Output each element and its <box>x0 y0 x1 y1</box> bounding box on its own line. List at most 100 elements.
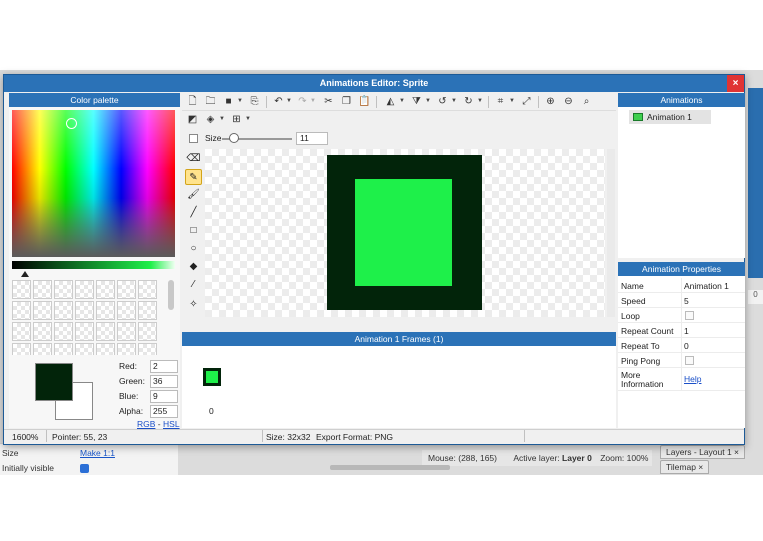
close-button[interactable]: × <box>727 75 744 92</box>
rgb-link[interactable]: RGB <box>137 419 155 429</box>
swatch[interactable] <box>33 322 52 341</box>
copy-icon[interactable]: ❐ <box>340 95 353 108</box>
pencil-icon[interactable]: ✎ <box>185 169 202 185</box>
undo-dropdown-icon[interactable]: ▼ <box>286 95 292 108</box>
cut-icon[interactable]: ✂ <box>322 95 335 108</box>
swatch[interactable] <box>75 301 94 320</box>
make-1-1-link[interactable]: Make 1:1 <box>80 446 115 461</box>
tab-layers-layout[interactable]: Layers - Layout 1 × <box>660 445 746 459</box>
brush-size-checkbox[interactable] <box>189 134 198 143</box>
flip-vertical-dropdown-icon[interactable]: ▼ <box>425 95 431 108</box>
image-canvas[interactable] <box>205 149 605 317</box>
swatch[interactable] <box>75 280 94 299</box>
tab-tilemap[interactable]: Tilemap × <box>660 460 710 474</box>
undo-icon[interactable]: ↶ <box>272 95 285 108</box>
rotate-left-icon[interactable]: ↺ <box>436 95 449 108</box>
prop-repeat-count-value[interactable]: 1 <box>684 326 689 336</box>
save-icon[interactable]: ■ <box>222 95 235 108</box>
swatch[interactable] <box>12 280 31 299</box>
mirror-mode-icon[interactable]: ◩ <box>186 113 199 126</box>
swatch[interactable] <box>54 343 73 355</box>
crop-icon[interactable]: ⌗ <box>494 95 507 108</box>
lightness-caret-icon[interactable] <box>21 271 29 277</box>
initially-visible-checkbox[interactable] <box>80 464 89 473</box>
primary-color[interactable] <box>35 363 73 401</box>
flip-horizontal-icon[interactable]: ◭ <box>384 95 397 108</box>
swatch[interactable] <box>117 343 136 355</box>
swatch[interactable] <box>12 301 31 320</box>
redo-icon[interactable]: ↷ <box>296 95 309 108</box>
fill-bucket-icon[interactable]: ◆ <box>185 259 202 275</box>
rotate-right-dropdown-icon[interactable]: ▼ <box>477 95 483 108</box>
resize-icon[interactable]: ⤢ <box>520 95 533 108</box>
swatch[interactable] <box>138 301 157 320</box>
grid-dropdown-icon[interactable]: ▼ <box>245 113 251 126</box>
swatch[interactable] <box>75 343 94 355</box>
swatch[interactable] <box>96 322 115 341</box>
swatch[interactable] <box>12 343 31 355</box>
animation-list-item[interactable]: Animation 1 <box>629 110 711 124</box>
help-link[interactable]: Help <box>684 374 701 384</box>
frame-thumbnail[interactable] <box>203 368 221 386</box>
eraser-icon[interactable]: ⌫ <box>185 151 202 167</box>
swatch[interactable] <box>33 280 52 299</box>
dialog-titlebar[interactable]: Animations Editor: Sprite × <box>4 75 744 92</box>
swatch[interactable] <box>12 322 31 341</box>
swatch[interactable] <box>96 280 115 299</box>
flip-horizontal-dropdown-icon[interactable]: ▼ <box>399 95 405 108</box>
zoom-out-icon[interactable]: ⊖ <box>562 95 575 108</box>
rotate-left-dropdown-icon[interactable]: ▼ <box>451 95 457 108</box>
prop-repeat-to-value[interactable]: 0 <box>684 341 689 351</box>
swatch[interactable] <box>75 322 94 341</box>
redo-dropdown-icon[interactable]: ▼ <box>310 95 316 108</box>
color-picker-icon[interactable]: ⁄ <box>185 277 202 293</box>
swatch[interactable] <box>33 301 52 320</box>
flip-vertical-icon[interactable]: ⧩ <box>410 95 423 108</box>
new-file-icon[interactable]: 🗋 <box>186 95 199 108</box>
color-picker-handle[interactable] <box>66 118 77 129</box>
zoom-in-icon[interactable]: ⊕ <box>544 95 557 108</box>
prop-speed-value[interactable]: 5 <box>684 296 689 306</box>
rectangle-icon[interactable]: □ <box>185 223 202 239</box>
export-icon[interactable]: ⎘ <box>248 95 261 108</box>
brush-size-input[interactable]: 11 <box>296 132 328 145</box>
brush-size-slider-handle[interactable] <box>229 133 239 143</box>
swatch[interactable] <box>117 301 136 320</box>
alpha-input[interactable]: 255 <box>150 405 178 418</box>
set-origin-icon[interactable]: ✧ <box>185 297 202 313</box>
ping-pong-checkbox[interactable] <box>685 356 694 365</box>
zoom-actual-icon[interactable]: ⌕ <box>580 95 593 108</box>
layers-icon[interactable]: ◈ <box>204 113 217 126</box>
loop-checkbox[interactable] <box>685 311 694 320</box>
swatch[interactable] <box>96 343 115 355</box>
grid-icon[interactable]: ⊞ <box>230 113 243 126</box>
swatch[interactable] <box>33 343 52 355</box>
line-icon[interactable]: ╱ <box>185 205 202 221</box>
open-folder-icon[interactable]: 🗀 <box>204 95 217 108</box>
brush-icon[interactable]: 🖌 <box>185 187 202 203</box>
paste-icon[interactable]: 📋 <box>358 95 371 108</box>
swatch[interactable] <box>96 301 115 320</box>
swatch[interactable] <box>54 301 73 320</box>
hsl-link[interactable]: HSL <box>163 419 180 429</box>
ellipse-icon[interactable]: ○ <box>185 241 202 257</box>
swatch[interactable] <box>54 280 73 299</box>
lightness-slider[interactable] <box>12 261 175 269</box>
swatch[interactable] <box>138 343 157 355</box>
palette-scrollbar[interactable] <box>168 280 174 310</box>
red-input[interactable]: 2 <box>150 360 178 373</box>
save-dropdown-icon[interactable]: ▼ <box>237 95 243 108</box>
canvas-scrollbar[interactable] <box>607 149 615 317</box>
swatch[interactable] <box>54 322 73 341</box>
blue-input[interactable]: 9 <box>150 390 178 403</box>
color-spectrum[interactable] <box>12 110 175 257</box>
layers-dropdown-icon[interactable]: ▼ <box>219 113 225 126</box>
green-input[interactable]: 36 <box>150 375 178 388</box>
swatch[interactable] <box>138 280 157 299</box>
swatch[interactable] <box>117 280 136 299</box>
swatch[interactable] <box>117 322 136 341</box>
crop-dropdown-icon[interactable]: ▼ <box>509 95 515 108</box>
background-scrollbar[interactable] <box>330 465 450 470</box>
rotate-right-icon[interactable]: ↻ <box>462 95 475 108</box>
prop-name-value[interactable]: Animation 1 <box>684 281 729 291</box>
